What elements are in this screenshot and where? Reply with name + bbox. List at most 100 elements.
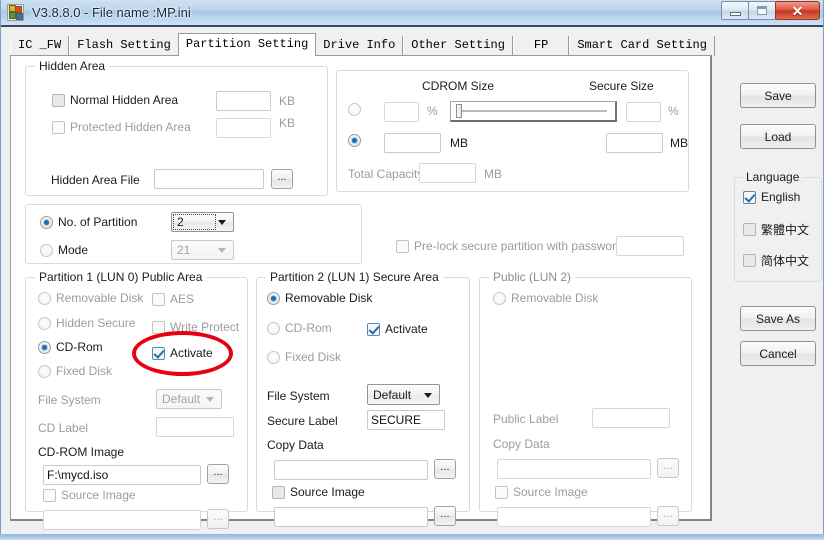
prelock-password-input[interactable]: [616, 236, 684, 256]
slider-thumb[interactable]: [456, 104, 462, 118]
chevron-down-icon: [218, 220, 226, 225]
partition1-source-image-browse-button[interactable]: ...: [207, 509, 229, 529]
radio-dot: [267, 291, 280, 305]
mb-mode-radio[interactable]: [348, 134, 361, 147]
partition3-source-image-input[interactable]: [497, 507, 651, 527]
cdrom-percent-input[interactable]: [384, 102, 419, 122]
partition1-source-image-input[interactable]: [43, 510, 201, 530]
partition1-write-protect-checkbox[interactable]: Write Protect: [152, 320, 239, 334]
partition1-cdrom-image-input[interactable]: F:\mycd.iso: [43, 465, 201, 485]
partition2-removable-disk-label: Removable Disk: [285, 291, 373, 305]
secure-mb-input[interactable]: [606, 133, 663, 153]
protected-hidden-area-input[interactable]: [216, 118, 271, 138]
language-traditional-chinese-checkbox[interactable]: 繁體中文: [743, 221, 809, 238]
checkbox-box: [152, 320, 165, 334]
partition3-public-label-input[interactable]: [592, 408, 670, 428]
save-button[interactable]: Save: [740, 83, 816, 108]
partition2-secure-label-label: Secure Label: [267, 414, 338, 428]
tab-drive-info[interactable]: Drive Info: [315, 36, 404, 56]
partition2-cd-rom-radio[interactable]: CD-Rom: [267, 321, 332, 335]
partition3-source-image-checkbox[interactable]: Source Image: [495, 485, 588, 499]
percent-mode-radio[interactable]: [348, 103, 361, 116]
radio-dot: [493, 291, 506, 305]
no-of-partition-combo[interactable]: 2: [171, 212, 234, 232]
partition1-aes-checkbox[interactable]: AES: [152, 292, 194, 306]
partition1-group: Partition 1 (LUN 0) Public Area Removabl…: [25, 270, 248, 530]
prelock-checkbox[interactable]: Pre-lock secure partition with password …: [396, 239, 629, 253]
chevron-down-icon: [218, 248, 226, 253]
language-english-checkbox[interactable]: English: [743, 190, 800, 204]
checkbox-box: [367, 322, 380, 336]
size-slider[interactable]: [450, 101, 617, 122]
partition2-activate-checkbox[interactable]: Activate: [367, 322, 428, 336]
partition1-file-system-combo[interactable]: Default: [156, 389, 222, 409]
partition3-removable-disk-radio[interactable]: Removable Disk: [493, 291, 598, 305]
normal-hidden-area-checkbox[interactable]: Normal Hidden Area: [52, 93, 178, 107]
secure-percent-input[interactable]: [626, 102, 661, 122]
blocks-icon: [7, 4, 24, 21]
checkbox-box: [43, 488, 56, 502]
partition2-activate-label: Activate: [385, 322, 428, 336]
partition2-source-image-input[interactable]: [274, 507, 428, 527]
partition1-fixed-disk-radio[interactable]: Fixed Disk: [38, 364, 112, 378]
tab-ic-fw[interactable]: IC _FW: [10, 36, 70, 56]
tab-smart-card-setting[interactable]: Smart Card Setting: [569, 36, 715, 56]
secure-mb-unit: MB: [670, 136, 688, 150]
normal-hidden-area-input[interactable]: [216, 91, 271, 111]
partition1-file-system-value: Default: [162, 392, 201, 406]
slider-rail: [459, 110, 607, 112]
partition2-removable-disk-radio[interactable]: Removable Disk: [267, 291, 372, 305]
checkbox-box: [743, 254, 756, 267]
partition2-secure-label-input[interactable]: SECURE: [367, 410, 445, 430]
partition1-cd-label-label: CD Label: [38, 421, 89, 435]
partition1-removable-disk-radio[interactable]: Removable Disk: [38, 291, 143, 305]
partition2-source-image-browse-button[interactable]: ...: [434, 506, 456, 526]
partition2-file-system-combo[interactable]: Default: [367, 384, 440, 405]
mode-combo[interactable]: 21: [171, 240, 234, 260]
partition1-removable-disk-label: Removable Disk: [56, 291, 144, 305]
partition1-source-image-label: Source Image: [61, 488, 136, 502]
protected-hidden-area-checkbox[interactable]: Protected Hidden Area: [52, 120, 191, 134]
partition1-activate-checkbox[interactable]: Activate: [152, 346, 213, 360]
partition2-source-image-checkbox[interactable]: Source Image: [272, 485, 365, 499]
tab-partition-setting[interactable]: Partition Setting: [177, 33, 317, 56]
tab-flash-setting[interactable]: Flash Setting: [69, 36, 179, 56]
no-of-partition-radio[interactable]: No. of Partition: [40, 215, 137, 229]
cancel-button[interactable]: Cancel: [740, 341, 816, 366]
partition1-source-image-checkbox[interactable]: Source Image: [43, 488, 136, 502]
language-simplified-chinese-checkbox[interactable]: 简体中文: [743, 252, 809, 269]
checkbox-box: [495, 485, 508, 499]
radio-dot: [38, 291, 51, 305]
partition1-hidden-secure-radio[interactable]: Hidden Secure: [38, 316, 135, 330]
cdrom-mb-input[interactable]: [384, 133, 441, 153]
title-bar-left: V3.8.8.0 - File name :MP.ini: [7, 4, 191, 21]
total-capacity-input[interactable]: [419, 163, 476, 183]
load-button[interactable]: Load: [740, 124, 816, 149]
tab-fp[interactable]: FP: [512, 36, 570, 56]
partition1-cd-rom-radio[interactable]: CD-Rom: [38, 340, 103, 354]
save-as-button[interactable]: Save As: [740, 306, 816, 331]
hidden-area-group: Hidden Area Normal Hidden Area KB Protec…: [25, 59, 328, 196]
partition2-copy-data-browse-button[interactable]: ...: [434, 459, 456, 479]
tab-other-setting[interactable]: Other Setting: [403, 36, 513, 56]
partition1-file-system-label: File System: [38, 393, 101, 407]
radio-dot: [40, 215, 53, 229]
radio-dot: [38, 364, 51, 378]
hidden-area-file-browse-button[interactable]: ...: [271, 169, 293, 189]
partition2-fixed-disk-radio[interactable]: Fixed Disk: [267, 350, 341, 364]
partition3-source-image-browse-button[interactable]: ...: [657, 506, 679, 526]
partition3-copy-data-browse-button[interactable]: ...: [657, 458, 679, 478]
partition2-copy-data-input[interactable]: [274, 460, 428, 480]
mode-radio[interactable]: Mode: [40, 243, 88, 257]
partition2-source-image-label: Source Image: [290, 485, 365, 499]
hidden-area-file-input[interactable]: [154, 169, 264, 189]
no-of-partition-label: No. of Partition: [58, 215, 138, 229]
checkbox-box: [743, 190, 756, 204]
partition1-cd-rom-label: CD-Rom: [56, 340, 103, 354]
checkbox-box: [52, 93, 65, 107]
partition1-cd-label-input[interactable]: [156, 417, 234, 437]
partition3-copy-data-input[interactable]: [497, 459, 651, 479]
partition-mode-group: No. of Partition 2 Mode 21: [25, 204, 362, 264]
checkbox-box: [52, 120, 65, 134]
partition1-cdrom-image-browse-button[interactable]: ...: [207, 464, 229, 484]
